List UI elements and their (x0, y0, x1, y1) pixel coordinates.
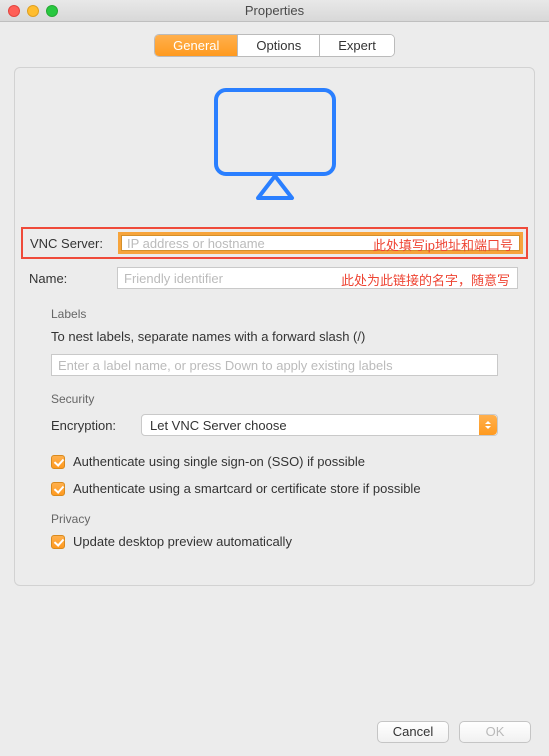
preview-checkbox[interactable] (51, 535, 65, 549)
titlebar: Properties (0, 0, 549, 22)
smartcard-label: Authenticate using a smartcard or certif… (73, 481, 421, 496)
window-title: Properties (0, 3, 549, 18)
smartcard-checkbox[interactable] (51, 482, 65, 496)
encryption-select[interactable]: Let VNC Server choose (141, 414, 498, 436)
vnc-server-input[interactable] (118, 232, 523, 254)
name-input[interactable] (117, 267, 518, 289)
monitor-icon (210, 86, 340, 206)
preview-label: Update desktop preview automatically (73, 534, 292, 549)
security-section: Encryption: Let VNC Server choose Authen… (15, 414, 534, 496)
sso-checkbox[interactable] (51, 455, 65, 469)
smartcard-row[interactable]: Authenticate using a smartcard or certif… (51, 481, 498, 496)
labels-input[interactable] (51, 354, 498, 376)
tab-general[interactable]: General (155, 35, 238, 56)
sso-label: Authenticate using single sign-on (SSO) … (73, 454, 365, 469)
tab-bar: General Options Expert (14, 34, 535, 57)
minimize-button[interactable] (27, 5, 39, 17)
tab-expert[interactable]: Expert (320, 35, 394, 56)
traffic-lights (8, 5, 58, 17)
encryption-row: Encryption: Let VNC Server choose (51, 414, 498, 436)
privacy-section: Update desktop preview automatically (15, 534, 534, 549)
labels-section: To nest labels, separate names with a fo… (15, 329, 534, 376)
monitor-illustration (15, 86, 534, 209)
security-section-title: Security (51, 392, 534, 406)
sso-row[interactable]: Authenticate using single sign-on (SSO) … (51, 454, 498, 469)
close-button[interactable] (8, 5, 20, 17)
name-label: Name: (25, 271, 117, 286)
general-panel: VNC Server: 此处填写ip地址和端口号 Name: 此处为此链接的名字… (14, 67, 535, 586)
encryption-value: Let VNC Server choose (150, 418, 287, 433)
preview-row[interactable]: Update desktop preview automatically (51, 534, 498, 549)
encryption-label: Encryption: (51, 418, 141, 433)
zoom-button[interactable] (46, 5, 58, 17)
labels-section-title: Labels (51, 307, 534, 321)
select-arrow-icon (479, 415, 497, 435)
vnc-server-highlight: VNC Server: 此处填写ip地址和端口号 (21, 227, 528, 259)
content-area: General Options Expert VNC Server: 此处填写i… (0, 22, 549, 708)
privacy-section-title: Privacy (51, 512, 534, 526)
cancel-button[interactable]: Cancel (377, 721, 449, 743)
tab-options[interactable]: Options (238, 35, 320, 56)
vnc-server-label: VNC Server: (26, 236, 118, 251)
footer: Cancel OK (0, 708, 549, 756)
ok-button: OK (459, 721, 531, 743)
tab-group: General Options Expert (154, 34, 395, 57)
labels-helper: To nest labels, separate names with a fo… (51, 329, 498, 344)
